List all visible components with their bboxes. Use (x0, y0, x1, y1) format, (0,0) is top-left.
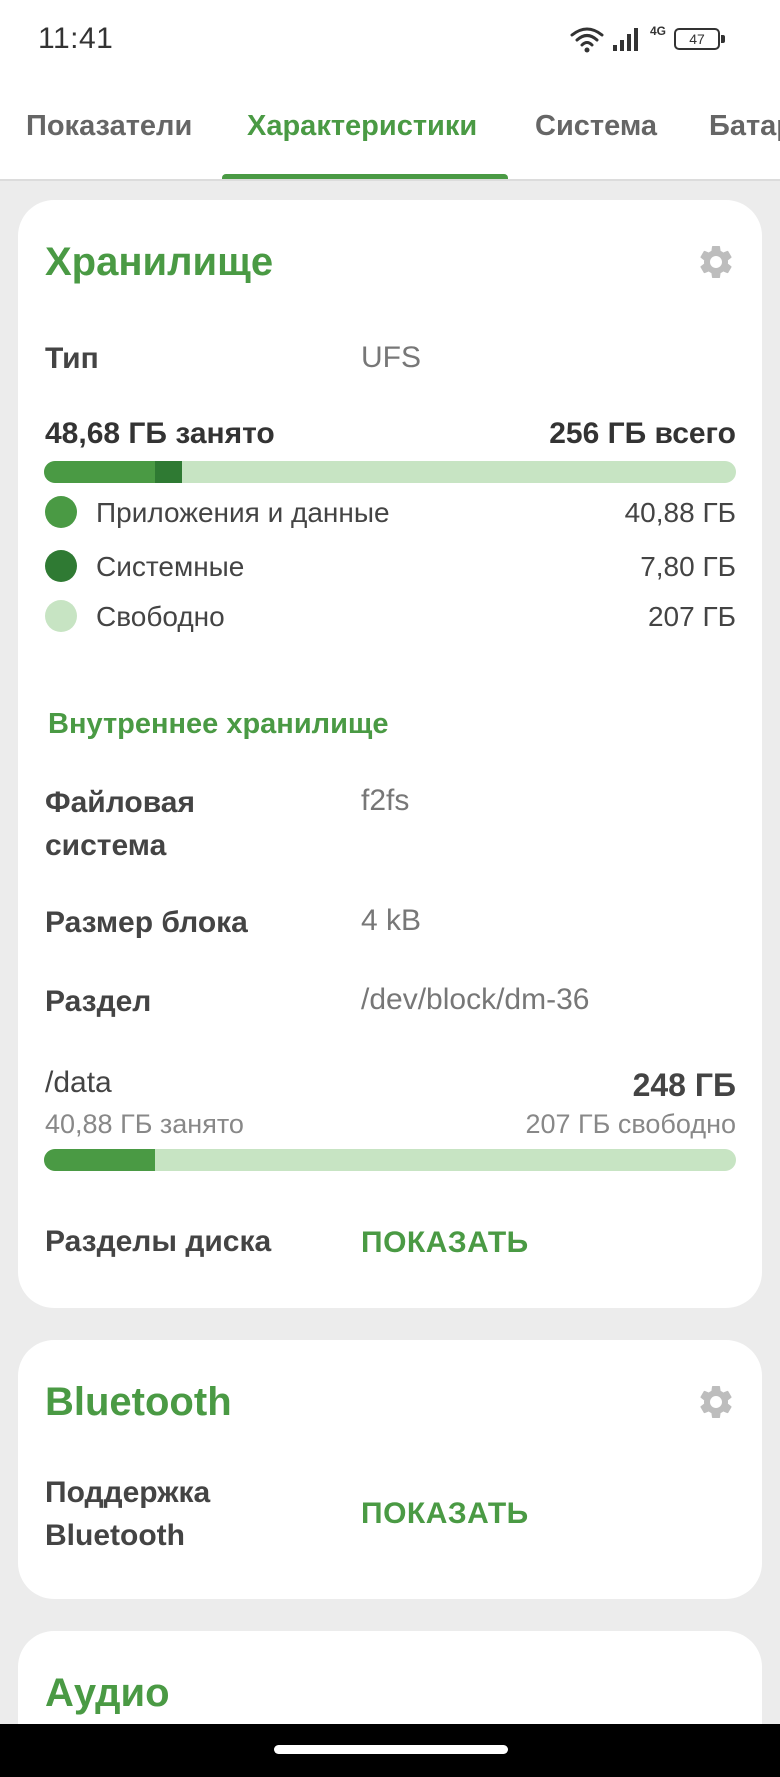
legend-apps-dot (45, 496, 77, 528)
internal-storage-title: Внутреннее хранилище (48, 708, 389, 740)
legend-system-dot (45, 550, 77, 582)
network-type: 4G (649, 24, 666, 38)
storage-used: 48,68 ГБ занято (45, 417, 275, 450)
tab-specs[interactable]: Характеристики (247, 110, 477, 143)
legend-free-label: Свободно (96, 601, 225, 632)
type-label: Тип (45, 342, 99, 375)
bluetooth-title: Bluetooth (45, 1380, 232, 1424)
show-partitions-button[interactable]: ПОКАЗАТЬ (361, 1226, 529, 1260)
mount-point: /data (45, 1066, 112, 1099)
bluetooth-support-label-line2: Bluetooth (45, 1519, 185, 1552)
storage-title: Хранилище (45, 240, 274, 284)
bluetooth-support-label-line1: Поддержка (45, 1476, 211, 1509)
status-time: 11:41 (38, 22, 114, 55)
mount-size: 248 ГБ (632, 1067, 736, 1103)
bluetooth-support-label: Поддержка Bluetooth (45, 1471, 210, 1557)
storage-usage-bar (44, 461, 736, 483)
wifi-icon (570, 25, 604, 53)
mount-free: 207 ГБ свободно (525, 1109, 736, 1139)
audio-title: Аудио (45, 1671, 170, 1715)
storage-total: 256 ГБ всего (549, 417, 736, 450)
data-usage-bar (44, 1149, 736, 1171)
usage-system-segment (154, 461, 183, 483)
tab-battery[interactable]: Батарея (709, 110, 780, 143)
gear-icon[interactable] (696, 1382, 736, 1422)
gear-icon[interactable] (696, 242, 736, 282)
partition-value: /dev/block/dm-36 (361, 983, 590, 1016)
type-value: UFS (361, 341, 421, 374)
show-bluetooth-button[interactable]: ПОКАЗАТЬ (361, 1497, 529, 1531)
status-bar: 11:41 4G 47 (0, 0, 780, 80)
filesystem-label: Файловая система (45, 781, 195, 867)
status-icons: 4G 47 (570, 22, 725, 56)
tab-bar: Показатели Характеристики Система Батаре… (0, 80, 780, 181)
disk-partitions-label: Разделы диска (45, 1225, 272, 1258)
filesystem-value: f2fs (361, 784, 410, 817)
legend-apps-value: 40,88 ГБ (624, 497, 736, 528)
battery-icon: 47 (674, 28, 725, 50)
bluetooth-card: Bluetooth Поддержка Bluetooth ПОКАЗАТЬ (18, 1340, 762, 1599)
legend-free-value: 207 ГБ (647, 601, 736, 632)
screen: 11:41 4G 47 Показатели Характеристики Си… (0, 0, 780, 1777)
tab-system[interactable]: Система (535, 110, 657, 143)
block-size-value: 4 kB (361, 904, 422, 937)
block-size-label: Размер блока (45, 906, 248, 939)
usage-apps-segment (44, 461, 155, 483)
legend-free-dot (45, 600, 77, 632)
active-tab-indicator (222, 174, 508, 179)
legend-apps-label: Приложения и данные (96, 497, 390, 528)
mount-used: 40,88 ГБ занято (45, 1109, 244, 1139)
home-gesture-handle[interactable] (274, 1745, 508, 1754)
partition-label: Раздел (45, 985, 152, 1018)
data-used-segment (44, 1149, 155, 1171)
legend-system-label: Системные (96, 551, 245, 582)
legend-system-value: 7,80 ГБ (640, 551, 736, 582)
signal-icon (612, 26, 642, 52)
storage-card: Хранилище Тип UFS 48,68 ГБ занято 256 ГБ… (18, 200, 762, 1308)
filesystem-label-line2: система (45, 829, 167, 862)
battery-level: 47 (689, 31, 705, 47)
tab-indicators[interactable]: Показатели (26, 110, 192, 143)
filesystem-label-line1: Файловая (45, 786, 195, 819)
